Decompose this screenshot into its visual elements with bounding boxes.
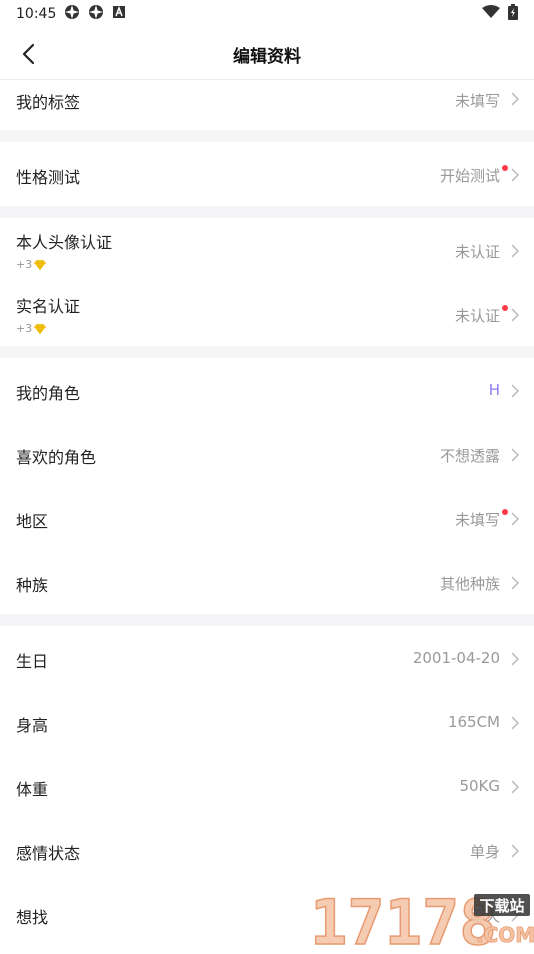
row-relationship-status[interactable]: 感情状态 单身 — [0, 818, 534, 882]
app-notification-icon — [88, 4, 104, 24]
row-personality-test[interactable]: 性格测试 开始测试 — [0, 142, 534, 206]
row-value: 不想透露 — [439, 447, 500, 465]
row-value: 单身 — [469, 843, 500, 861]
row-value: 2001-04-20 — [412, 649, 500, 667]
section-divider — [0, 206, 534, 218]
chevron-right-icon — [511, 652, 520, 666]
chevron-right-icon — [511, 844, 520, 858]
top-nav-bar: 编辑资料 — [0, 28, 534, 80]
app-notification-icon — [64, 4, 80, 24]
chevron-right-icon — [511, 576, 520, 590]
chevron-right-icon — [511, 512, 520, 526]
row-label: 喜欢的角色 — [16, 448, 97, 467]
page-title: 编辑资料 — [233, 47, 301, 67]
watermark-number: 17178 — [310, 886, 497, 950]
profile-fields-list: 我的标签 未填写 性格测试 开始测试 本人头像认证 +3 未认证 实名认证 +3… — [0, 80, 534, 946]
status-bar: 10:45 — [0, 0, 534, 28]
battery-icon — [508, 4, 518, 24]
row-value: 165CM — [447, 713, 500, 731]
row-value: 50KG — [459, 777, 500, 795]
row-region[interactable]: 地区 未填写 — [0, 486, 534, 550]
row-weight[interactable]: 体重 50KG — [0, 754, 534, 818]
diamond-icon — [34, 259, 47, 270]
chevron-right-icon — [511, 716, 520, 730]
row-height[interactable]: 身高 165CM — [0, 690, 534, 754]
site-watermark: 17178 下载站 .COM — [309, 885, 534, 954]
row-favorite-role[interactable]: 喜欢的角色 不想透露 — [0, 422, 534, 486]
wifi-icon — [482, 5, 500, 23]
row-label: 想找 — [16, 908, 49, 927]
row-label: 生日 — [16, 652, 49, 671]
section-divider — [0, 346, 534, 358]
row-value: 开始测试 — [439, 167, 500, 185]
row-label: 种族 — [16, 576, 49, 595]
row-value: 未填写 — [454, 92, 500, 110]
reward-hint: +3 — [16, 322, 47, 335]
row-value: 其他种族 — [439, 575, 500, 593]
watermark-site: 下载站 — [479, 897, 524, 915]
new-indicator-dot — [502, 305, 508, 311]
row-label: 本人头像认证 — [16, 233, 113, 252]
row-value: 未认证 — [454, 243, 500, 261]
chevron-right-icon — [511, 308, 520, 322]
section-divider — [0, 614, 534, 626]
chevron-right-icon — [511, 92, 520, 106]
chevron-right-icon — [511, 384, 520, 398]
row-race[interactable]: 种族 其他种族 — [0, 550, 534, 614]
row-value: H — [488, 381, 500, 399]
row-label: 体重 — [16, 780, 49, 799]
font-notification-icon — [112, 5, 126, 23]
new-indicator-dot — [502, 165, 508, 171]
reward-hint: +3 — [16, 258, 47, 271]
row-avatar-verification[interactable]: 本人头像认证 +3 未认证 — [0, 218, 534, 282]
row-my-role[interactable]: 我的角色 H — [0, 358, 534, 422]
chevron-right-icon — [511, 168, 520, 182]
chevron-right-icon — [511, 244, 520, 258]
chevron-right-icon — [511, 448, 520, 462]
section-divider — [0, 130, 534, 142]
new-indicator-dot — [502, 509, 508, 515]
row-value: 未认证 — [454, 307, 500, 325]
status-time: 10:45 — [16, 6, 57, 22]
row-my-tags[interactable]: 我的标签 未填写 — [0, 80, 534, 130]
row-realname-verification[interactable]: 实名认证 +3 未认证 — [0, 282, 534, 346]
row-value: 未填写 — [454, 511, 500, 529]
diamond-icon — [34, 323, 47, 334]
row-label: 感情状态 — [16, 844, 81, 863]
reward-amount: +3 — [16, 322, 33, 335]
row-label: 身高 — [16, 716, 49, 735]
reward-amount: +3 — [16, 258, 33, 271]
row-label: 实名认证 — [16, 297, 81, 316]
row-birthday[interactable]: 生日 2001-04-20 — [0, 626, 534, 690]
row-label: 地区 — [16, 512, 49, 531]
chevron-right-icon — [511, 780, 520, 794]
row-label: 我的角色 — [16, 384, 81, 403]
watermark-domain: .COM — [476, 923, 534, 947]
row-label: 我的标签 — [16, 93, 81, 112]
row-label: 性格测试 — [16, 168, 81, 187]
